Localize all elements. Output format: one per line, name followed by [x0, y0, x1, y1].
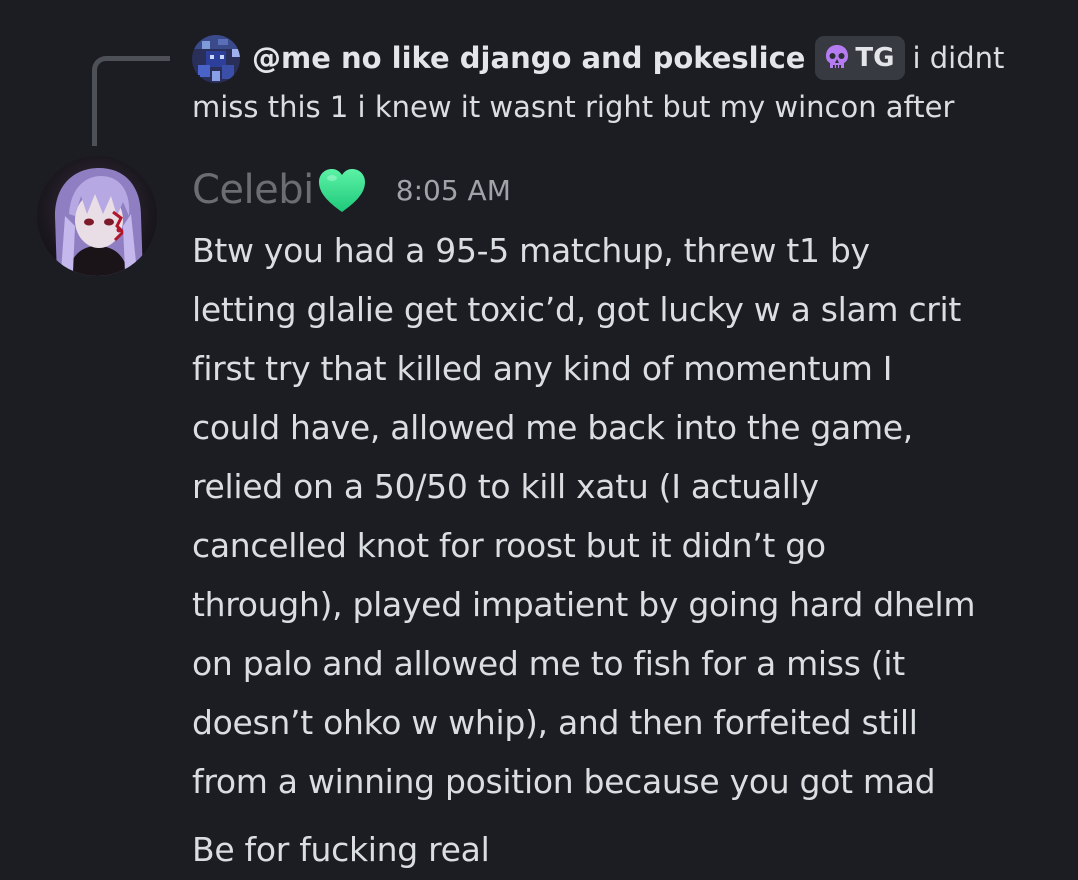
- chat-message: @me no like django and pokeslice TG i did…: [0, 0, 1078, 880]
- message-line: doesn’t ohko w whip), and then forfeited…: [192, 703, 918, 742]
- skull-icon: [826, 45, 849, 68]
- message-timestamp[interactable]: 8:05 AM: [396, 174, 511, 207]
- author-name[interactable]: Celebi: [192, 167, 314, 213]
- message-content: Btw you had a 95-5 matchup, threw t1 by …: [192, 221, 1052, 811]
- reply-connector: [92, 56, 170, 146]
- message-line: first try that killed any kind of moment…: [192, 349, 893, 388]
- message-line: through), played impatient by going hard…: [192, 585, 976, 624]
- message-line: letting glalie get toxic’d, got lucky w …: [192, 290, 962, 329]
- message-line: could have, allowed me back into the gam…: [192, 408, 913, 447]
- message-line: on palo and allowed me to fish for a mis…: [192, 644, 905, 683]
- server-tag-label: TG: [855, 43, 895, 73]
- message-line: cancelled knot for roost but it didn’t g…: [192, 526, 826, 565]
- followup-message: Be for fucking real: [192, 830, 490, 869]
- author-avatar[interactable]: [37, 156, 157, 276]
- message-line: relied on a 50/50 to kill xatu (I actual…: [192, 467, 819, 506]
- server-tag-badge[interactable]: TG: [815, 36, 905, 80]
- green-heart-icon: [318, 169, 365, 212]
- reply-author-name[interactable]: @me no like django and pokeslice: [252, 41, 805, 75]
- anime-girl-avatar-icon: [37, 156, 157, 276]
- message-line: Btw you had a 95-5 matchup, threw t1 by: [192, 231, 870, 270]
- message-header: Celebi 8:05 AM: [192, 162, 511, 218]
- reply-preview[interactable]: @me no like django and pokeslice TG i did…: [192, 34, 1052, 132]
- message-line: from a winning position because you got …: [192, 762, 936, 801]
